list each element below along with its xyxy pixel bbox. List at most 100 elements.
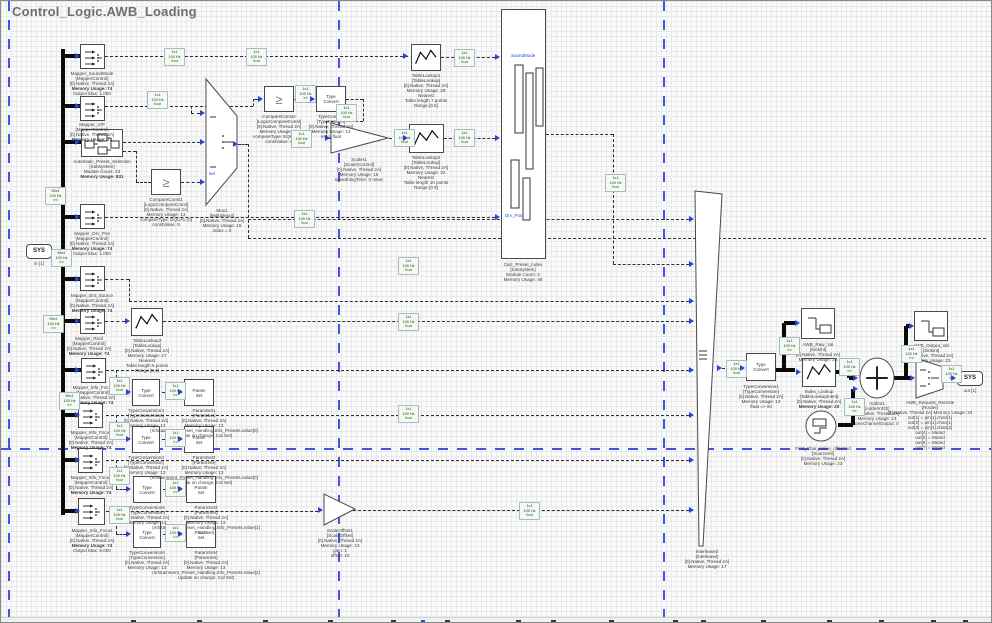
wire-segment[interactable] xyxy=(105,279,129,280)
block-typeconversion1[interactable]: TypeConvert xyxy=(746,353,776,381)
wire-segment[interactable] xyxy=(123,142,200,143)
port-label: SoundMode xyxy=(511,53,535,58)
wire-segment[interactable] xyxy=(191,106,192,113)
wire-segment[interactable] xyxy=(346,99,363,100)
port-arrow-icon xyxy=(495,54,500,60)
wire-type-label: 96x1100 Hzint xyxy=(59,392,80,410)
block-mapper-soundmode[interactable] xyxy=(80,44,105,69)
wire-type-label: 1x1100 Hzfloat xyxy=(398,257,419,275)
block-index-lookup[interactable] xyxy=(802,358,836,387)
diagram-canvas[interactable]: Control_Logic.AWB_Loading SYS in [1] Mappe… xyxy=(0,0,992,623)
block-sys-in[interactable]: SYS xyxy=(26,244,52,259)
block-mapper-ent-source[interactable] xyxy=(80,266,105,291)
block-label: in [1] xyxy=(39,261,49,266)
block-paramset1[interactable]: ParamSet xyxy=(184,379,214,406)
wire-type-label: 96x1100 Hzint xyxy=(45,187,66,205)
block-label: Calc_Preset_Index[Subsystem]Module Count… xyxy=(523,262,562,282)
wire-segment[interactable] xyxy=(613,134,614,264)
wire-type-label: 1x1100 Hzfloat xyxy=(605,174,626,192)
mux-icon xyxy=(82,359,105,382)
minimap-strip xyxy=(1,617,992,623)
port-arrow-icon xyxy=(403,53,408,59)
block-mapper-info-focus-1[interactable] xyxy=(81,358,106,383)
block-addint1[interactable] xyxy=(859,357,895,404)
wire-segment[interactable] xyxy=(163,321,689,322)
port-arrow-icon xyxy=(75,412,80,418)
port-arrow-icon xyxy=(403,135,408,141)
port-arrow-icon xyxy=(233,141,238,147)
block-label: ParamSet2[ParamSet][0].Native, Thread 2A… xyxy=(204,455,312,485)
wire-segment[interactable] xyxy=(238,144,248,145)
wire-segment[interactable] xyxy=(191,113,200,114)
block-label: Interleave2[Interleave][0].Native, Threa… xyxy=(707,549,752,569)
wire-segment[interactable] xyxy=(129,301,689,302)
block-label: AWB_Output_Val[SinkInt][0].Native, Threa… xyxy=(931,343,976,363)
wire-type-label: 1x1100 Hzfloat xyxy=(109,467,130,485)
wire-segment[interactable] xyxy=(253,99,254,106)
wire-segment[interactable] xyxy=(105,321,125,322)
bars-icon xyxy=(502,10,545,258)
port-arrow-icon xyxy=(178,389,183,395)
wire-type-label: 1x1100 Hzfloat xyxy=(398,313,419,331)
wire-type-label: 1x1100 Hzfloat xyxy=(454,129,475,147)
port-arrow-icon xyxy=(689,412,694,418)
page-title: Control_Logic.AWB_Loading xyxy=(12,4,197,19)
mux-icon xyxy=(81,205,104,228)
port-arrow-icon xyxy=(951,375,956,381)
wire-type-label: 1x1100 Hzint xyxy=(779,337,800,355)
block-first-char-value-offsetted[interactable] xyxy=(805,410,837,447)
port-arrow-icon xyxy=(689,507,694,513)
block-label: ParamSet1[ParamSet][0].Native, Thread 2A… xyxy=(204,408,312,438)
block-compareconst2[interactable]: ≥ xyxy=(264,86,294,112)
block-calc-preset-index[interactable] xyxy=(501,9,546,259)
wire-segment[interactable] xyxy=(546,134,613,135)
mux-icon xyxy=(79,404,102,427)
block-label: TableLookup3[TableLookup][0].Native, Thr… xyxy=(147,338,192,373)
port-arrow-icon xyxy=(126,436,131,442)
block-mapper-drv-pos[interactable] xyxy=(80,204,105,229)
block-awb-output-val[interactable] xyxy=(914,311,948,341)
wire-segment[interactable] xyxy=(181,182,200,183)
port-label: sel xyxy=(209,171,215,176)
block-label: Mapper_SoundMode[MapperControl][0].Nativ… xyxy=(92,71,137,96)
wire-type-label: 1x1100 Hzfloat xyxy=(109,506,130,524)
port-arrow-icon xyxy=(75,367,80,373)
port-arrow-icon xyxy=(909,323,914,329)
port-arrow-icon xyxy=(75,53,80,59)
wire-segment[interactable] xyxy=(123,151,136,152)
wire-segment[interactable] xyxy=(61,49,65,515)
port-arrow-icon xyxy=(125,318,130,324)
grid-guide-vertical xyxy=(8,1,10,623)
block-scaleoffset1[interactable] xyxy=(324,494,356,531)
wire-type-label: 1x1100 Hzfloat xyxy=(336,104,357,122)
block-label: Mapper_VIP[MapperControl][0].Native, Thr… xyxy=(92,122,137,142)
port-arrow-icon xyxy=(689,318,694,324)
port-arrow-icon xyxy=(75,139,80,145)
wire-type-label: 1x1100 Hzint xyxy=(901,345,922,363)
port-arrow-icon xyxy=(796,369,801,375)
port-arrow-icon xyxy=(126,531,131,537)
block-interleave2[interactable] xyxy=(695,191,723,552)
block-tablelookup1[interactable] xyxy=(411,44,441,71)
block-awb-raw-val[interactable] xyxy=(801,308,835,339)
wire-segment[interactable] xyxy=(248,238,986,239)
sink-icon xyxy=(915,312,947,340)
block-label: Automatic_Preset_Selection[Subsystem]Mod… xyxy=(102,159,160,179)
block-mapper-info-focus-3[interactable] xyxy=(78,448,103,473)
wire-segment[interactable] xyxy=(784,321,795,325)
block-label: ParamSet3[ParamSet][0].Native, Thread 2A… xyxy=(206,505,314,535)
mux-icon xyxy=(81,45,104,68)
port-arrow-icon xyxy=(258,96,263,102)
block-typeconversion5[interactable]: TypeConvert xyxy=(133,476,161,503)
block-mapper-info-focus-4[interactable] xyxy=(78,498,105,525)
zig-icon xyxy=(412,45,440,70)
wire-segment[interactable] xyxy=(106,370,689,371)
block-awb-request-remote[interactable] xyxy=(916,358,944,403)
wire-segment[interactable] xyxy=(136,182,151,183)
sink-icon xyxy=(802,309,834,338)
block-mapper-info-focus-2[interactable] xyxy=(78,403,103,428)
wire-segment[interactable] xyxy=(613,264,689,265)
port-arrow-icon xyxy=(310,96,315,102)
port-arrow-icon xyxy=(318,507,323,513)
block-mapper-vip[interactable] xyxy=(80,96,105,121)
